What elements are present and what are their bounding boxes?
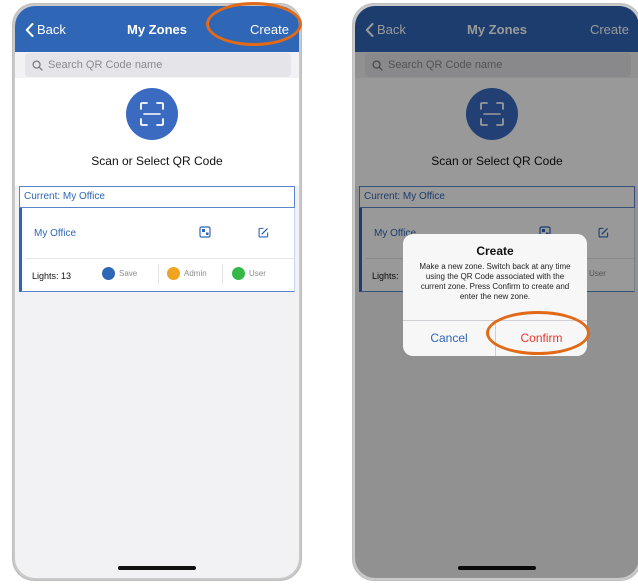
cancel-button[interactable]: Cancel bbox=[403, 321, 495, 356]
search-bar[interactable] bbox=[365, 53, 631, 77]
scan-qr-button[interactable] bbox=[466, 88, 518, 140]
back-button[interactable]: Back bbox=[365, 22, 406, 37]
role-separator bbox=[222, 264, 223, 284]
alert-message: Make a new zone. Switch back at any time… bbox=[419, 262, 571, 301]
home-indicator bbox=[458, 566, 536, 570]
lights-count: Lights: bbox=[372, 271, 399, 281]
role-separator bbox=[158, 264, 159, 284]
search-input[interactable] bbox=[48, 59, 248, 71]
admin-role-label: Admin bbox=[184, 269, 207, 278]
edit-icon[interactable] bbox=[598, 227, 609, 238]
search-icon bbox=[32, 59, 43, 71]
edit-icon[interactable] bbox=[258, 227, 269, 238]
navigation-bar: Back My Zones Create bbox=[15, 6, 299, 52]
back-label: Back bbox=[377, 22, 406, 37]
user-role-label: User bbox=[249, 269, 266, 278]
qr-scan-icon bbox=[140, 102, 164, 126]
scan-qr-label: Scan or Select QR Code bbox=[431, 154, 563, 168]
search-icon bbox=[372, 59, 383, 71]
back-button[interactable]: Back bbox=[25, 22, 66, 37]
navigation-bar: Back My Zones Create bbox=[355, 6, 638, 52]
home-indicator bbox=[118, 566, 196, 570]
zone-divider bbox=[26, 258, 294, 259]
confirm-button[interactable]: Confirm bbox=[496, 321, 587, 356]
zones-screen: Back My Zones Create Scan or Select QR C… bbox=[15, 6, 299, 578]
qr-code-icon[interactable] bbox=[199, 226, 211, 238]
zone-card[interactable]: My Office Lights: 13 Save Admin User bbox=[19, 208, 295, 292]
admin-role-button[interactable]: Admin bbox=[167, 267, 207, 280]
qr-scan-icon bbox=[480, 102, 504, 126]
user-role-button[interactable]: User bbox=[232, 267, 266, 280]
save-role-label: Save bbox=[119, 269, 138, 278]
user-icon bbox=[232, 267, 245, 280]
alert-title: Create bbox=[476, 244, 514, 258]
phone-right: Back My Zones Create Scan or Select QR C… bbox=[352, 3, 638, 581]
save-role-button[interactable]: Save bbox=[102, 267, 137, 280]
search-input[interactable] bbox=[388, 59, 588, 71]
admin-icon bbox=[167, 267, 180, 280]
search-bar[interactable] bbox=[25, 53, 291, 77]
phone-left: Back My Zones Create Scan or Select QR C… bbox=[12, 3, 302, 581]
lights-count: Lights: 13 bbox=[32, 271, 72, 281]
zones-screen-with-dialog: Back My Zones Create Scan or Select QR C… bbox=[355, 6, 638, 578]
chevron-left-icon bbox=[365, 22, 374, 37]
current-zone-header: Current: My Office bbox=[359, 186, 635, 208]
user-role-label: User bbox=[589, 269, 606, 278]
zone-name: My Office bbox=[34, 228, 77, 239]
chevron-left-icon bbox=[25, 22, 34, 37]
current-zone-header: Current: My Office bbox=[19, 186, 295, 208]
scan-qr-button[interactable] bbox=[126, 88, 178, 140]
back-label: Back bbox=[37, 22, 66, 37]
save-icon bbox=[102, 267, 115, 280]
scan-qr-label: Scan or Select QR Code bbox=[91, 154, 223, 168]
create-alert-dialog: Create Make a new zone. Switch back at a… bbox=[403, 234, 587, 356]
create-button[interactable]: Create bbox=[250, 22, 289, 37]
create-button[interactable]: Create bbox=[590, 22, 629, 37]
